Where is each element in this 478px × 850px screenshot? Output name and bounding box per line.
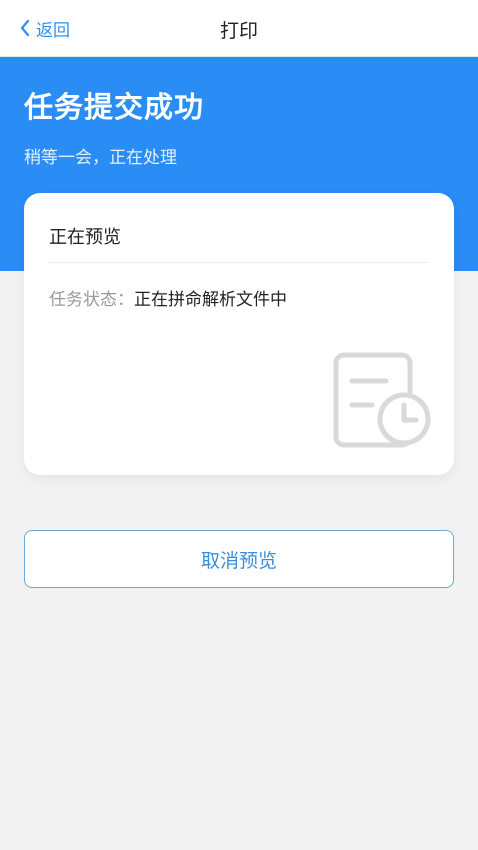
card-title: 正在预览 <box>49 227 121 248</box>
preview-card: 正在预览 任务状态： 正在拼命解析文件中 <box>24 193 454 475</box>
cancel-preview-button[interactable]: 取消预览 <box>24 530 454 588</box>
top-nav-bar: 返回 打印 <box>0 0 478 57</box>
document-clock-icon <box>332 351 432 455</box>
card-divider <box>49 262 429 263</box>
hero-title: 任务提交成功 <box>24 90 205 124</box>
status-value: 正在拼命解析文件中 <box>134 290 287 310</box>
status-label: 任务状态： <box>49 290 134 310</box>
task-status-row: 任务状态： 正在拼命解析文件中 <box>49 285 287 310</box>
hero-subtitle: 稍等一会，正在处理 <box>24 148 177 168</box>
page-title: 打印 <box>219 20 258 42</box>
